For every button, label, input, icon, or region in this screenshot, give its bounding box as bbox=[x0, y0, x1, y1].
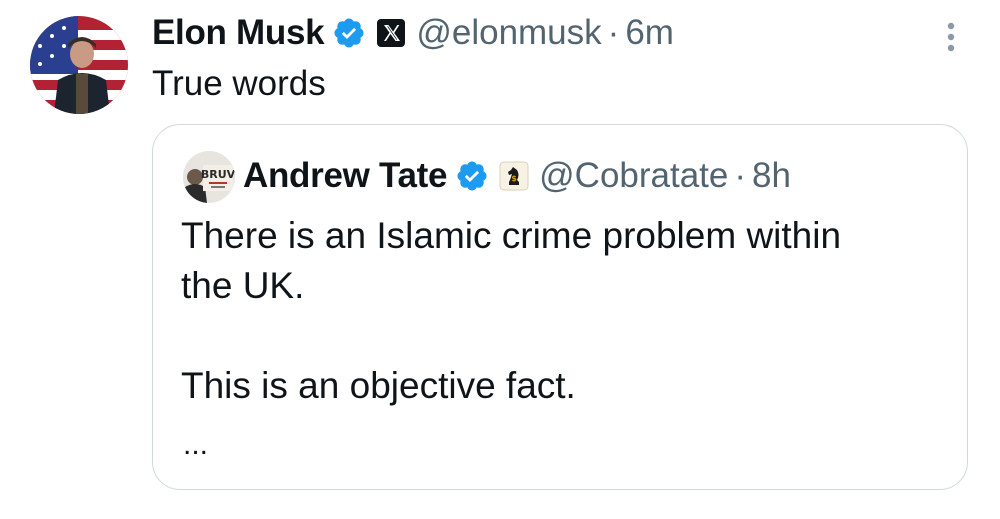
quoted-tweet-card[interactable]: BRUV Andrew Tate $ @Cobratate · 8h There… bbox=[152, 124, 968, 490]
truncation-ellipsis: ... bbox=[183, 428, 209, 461]
quoted-tweet-text: There is an Islamic crime problem within… bbox=[181, 215, 842, 406]
svg-text:$: $ bbox=[511, 174, 517, 183]
quoted-author-handle[interactable]: @Cobratate bbox=[539, 156, 728, 196]
author-avatar[interactable] bbox=[30, 16, 128, 114]
quoted-avatar-image: BRUV bbox=[183, 151, 235, 203]
author-name[interactable]: Elon Musk bbox=[152, 13, 325, 53]
chess-knight-dollar-icon[interactable]: $ bbox=[499, 161, 529, 191]
quoted-author-avatar[interactable]: BRUV bbox=[183, 151, 235, 203]
separator-dot: · bbox=[607, 13, 620, 52]
timestamp[interactable]: 6m bbox=[625, 13, 674, 53]
author-handle[interactable]: @elonmusk bbox=[416, 13, 601, 53]
tweet-text: True words bbox=[152, 64, 326, 103]
avatar-brand-text: BRUV bbox=[201, 168, 235, 181]
avatar-image bbox=[30, 16, 128, 114]
verified-badge-icon[interactable] bbox=[455, 159, 489, 193]
more-options-icon[interactable] bbox=[936, 18, 966, 58]
verified-badge-icon[interactable] bbox=[332, 16, 366, 50]
quoted-timestamp[interactable]: 8h bbox=[752, 156, 791, 196]
quoted-tweet-header: Andrew Tate $ @Cobratate · 8h bbox=[243, 153, 791, 199]
x-logo-icon[interactable] bbox=[376, 18, 406, 48]
separator-dot: · bbox=[734, 156, 747, 195]
tweet-header: Elon Musk @elonmusk · 6m bbox=[152, 10, 674, 56]
quoted-author-name[interactable]: Andrew Tate bbox=[243, 156, 447, 196]
